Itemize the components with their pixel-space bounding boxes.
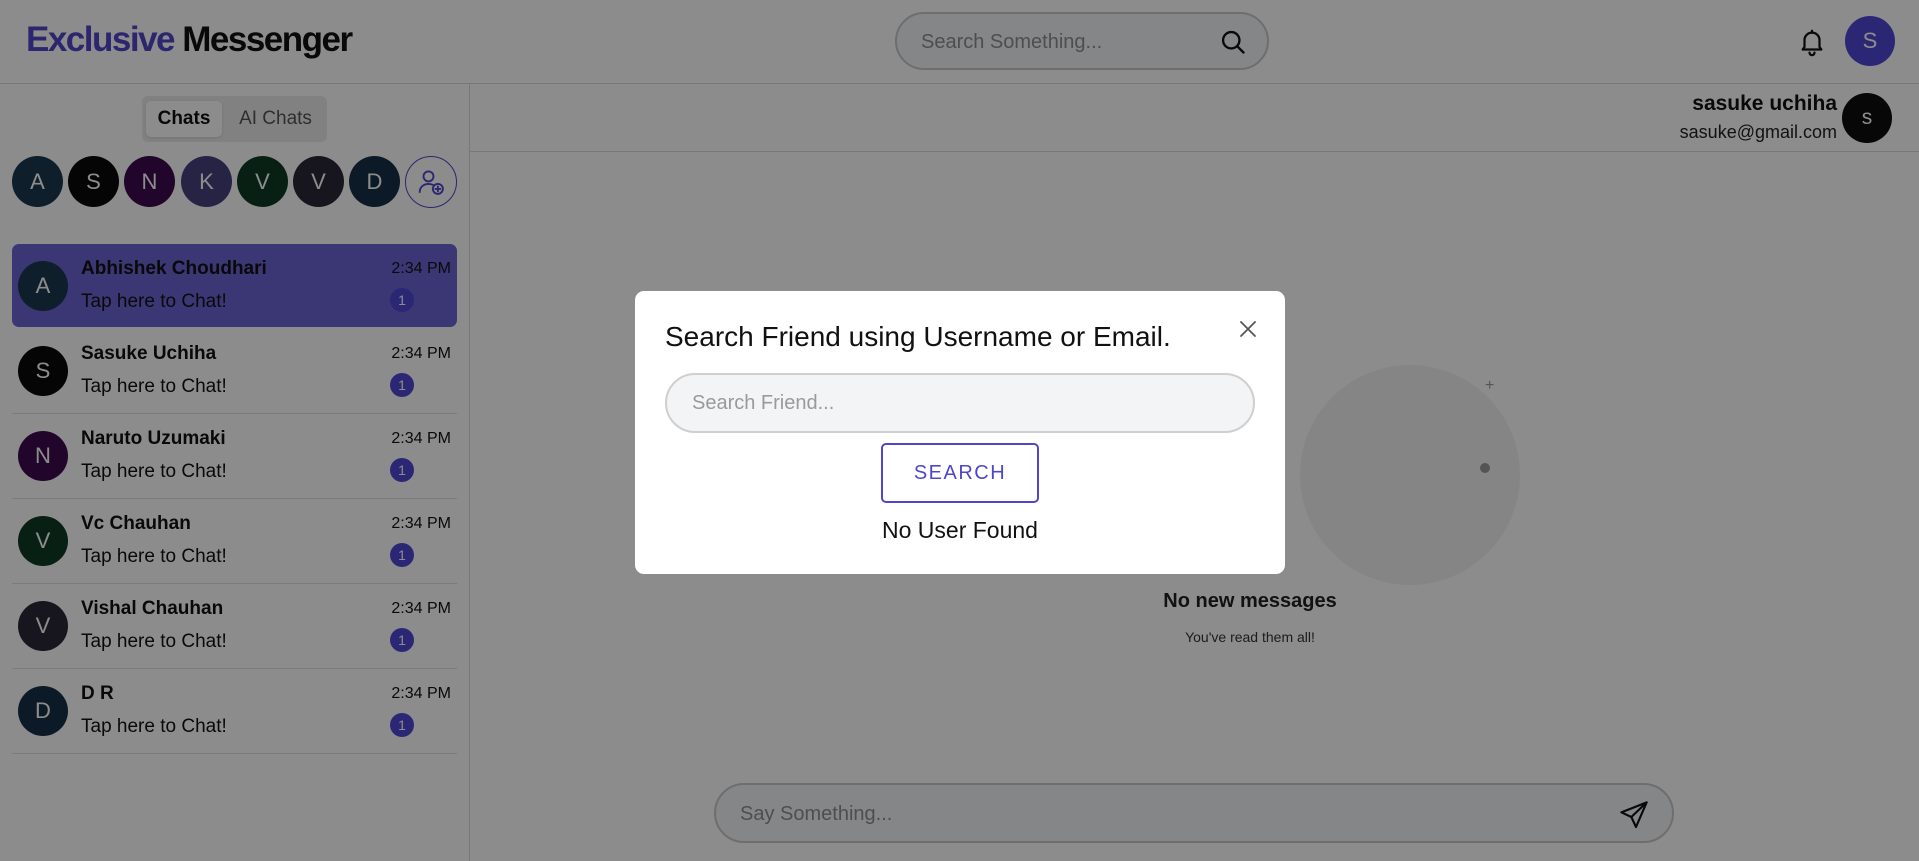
- search-result-text: No User Found: [882, 517, 1038, 543]
- modal-title: Search Friend using Username or Email.: [665, 321, 1171, 352]
- search-button[interactable]: SEARCH: [881, 443, 1039, 503]
- search-friend-modal: Search Friend using Username or Email. S…: [635, 291, 1285, 574]
- close-icon[interactable]: [1236, 317, 1260, 341]
- search-friend-input[interactable]: [665, 373, 1255, 433]
